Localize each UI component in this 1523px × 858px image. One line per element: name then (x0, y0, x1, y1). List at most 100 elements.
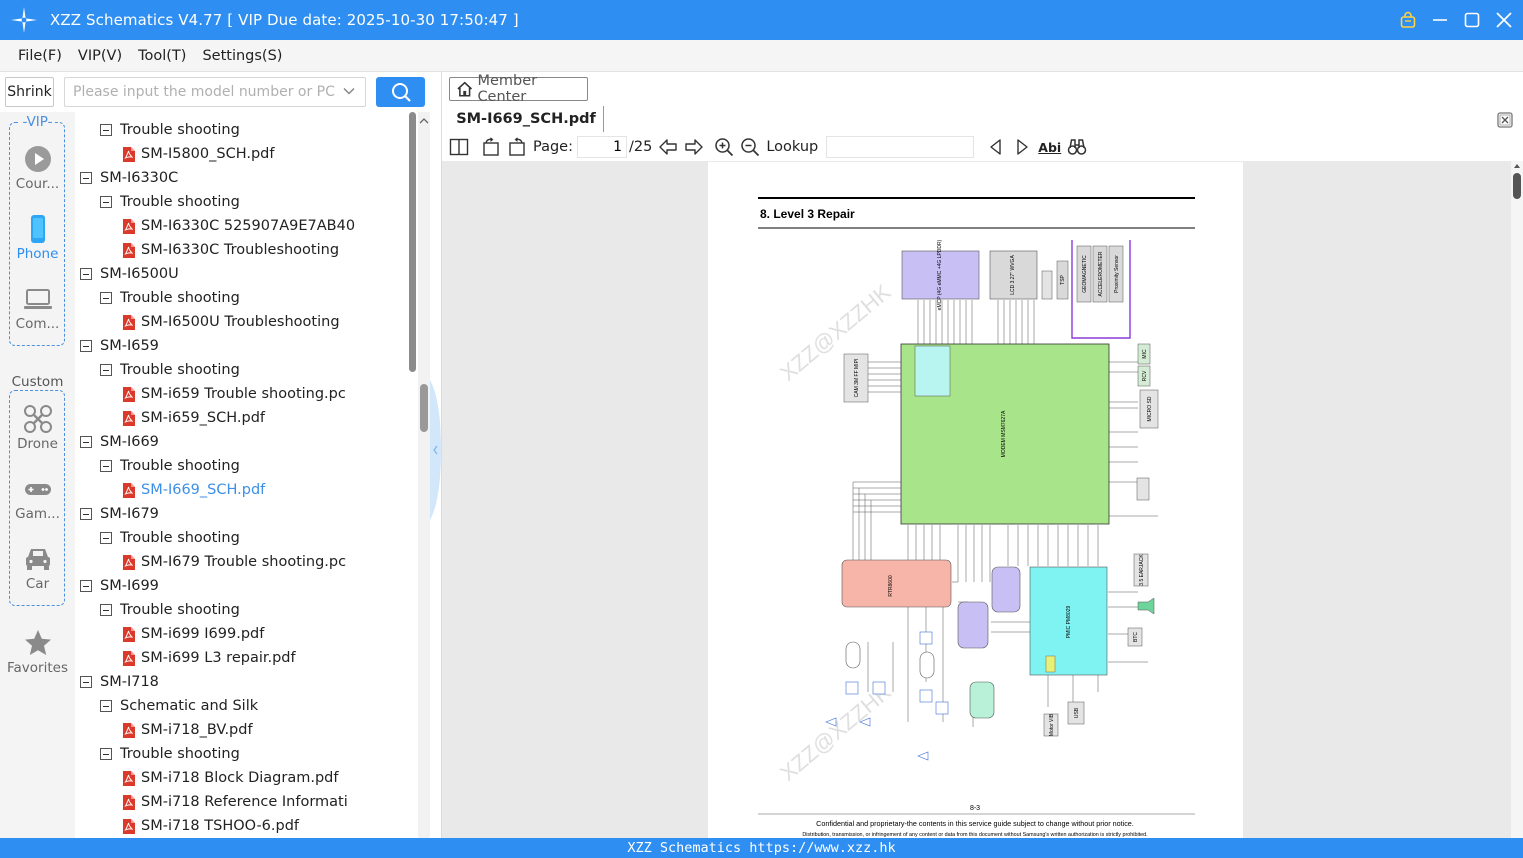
zoom-out-icon[interactable] (740, 137, 760, 157)
lookup-input[interactable] (826, 136, 975, 158)
tree-folder-item[interactable]: Trouble shooting (100, 526, 240, 550)
collapse-toggle-icon[interactable] (80, 172, 92, 184)
earjack-label: 3.5 EARJACK (1139, 554, 1145, 586)
tree-folder-item[interactable]: SM-I659 (80, 334, 159, 358)
tree-pdf-item[interactable]: SM-I679 Trouble shooting.pc (122, 550, 346, 574)
tree-folder-item[interactable]: SM-I718 (80, 670, 159, 694)
minimize-icon[interactable] (1431, 11, 1449, 29)
tree-folder-item[interactable]: Trouble shooting (100, 118, 240, 142)
collapse-toggle-icon[interactable] (100, 700, 112, 712)
model-search-box (64, 77, 366, 107)
previous-page-arrow-icon[interactable] (658, 137, 678, 157)
tree-pdf-item[interactable]: SM-i699 L3 repair.pdf (122, 646, 296, 670)
collapse-toggle-icon[interactable] (80, 436, 92, 448)
maximize-icon[interactable] (1463, 11, 1481, 29)
scroll-up-icon[interactable] (418, 116, 430, 126)
tree-pdf-item[interactable]: SM-i718 TSHOO-6.pdf (122, 814, 299, 838)
tree-pdf-item[interactable]: SM-i659_SCH.pdf (122, 406, 265, 430)
pmic-label: PMIC PM8029 (1066, 606, 1072, 639)
collapse-toggle-icon[interactable] (80, 508, 92, 520)
tree-folder-item[interactable]: Trouble shooting (100, 454, 240, 478)
tree-pdf-item[interactable]: SM-I5800_SCH.pdf (122, 142, 274, 166)
member-center-button[interactable]: Member Center (449, 73, 588, 105)
rail-item-phone[interactable]: Phone (0, 214, 75, 262)
collapse-toggle-icon[interactable] (80, 580, 92, 592)
collapse-toggle-icon[interactable] (100, 532, 112, 544)
zoom-in-icon[interactable] (714, 137, 734, 157)
menu-file[interactable]: File(F) (18, 48, 62, 64)
tree-folder-item[interactable]: Trouble shooting (100, 598, 240, 622)
viewer-scroll-up-icon[interactable] (1511, 161, 1523, 171)
rail-item-computer[interactable]: Com... (0, 284, 75, 332)
page-number-input[interactable] (577, 136, 627, 158)
next-page-arrow-icon[interactable] (684, 137, 704, 157)
tree-scrollbar-thumb[interactable] (409, 112, 416, 372)
tree-pdf-item[interactable]: SM-i659 Trouble shooting.pc (122, 382, 346, 406)
tree-pdf-item[interactable]: SM-i699 I699.pdf (122, 622, 264, 646)
tree-pdf-item[interactable]: SM-i718_BV.pdf (122, 718, 253, 742)
tree-folder-item[interactable]: Trouble shooting (100, 742, 240, 766)
pdf-file-icon (123, 242, 135, 258)
car-icon (25, 549, 50, 570)
model-search-input[interactable] (65, 84, 335, 100)
tree-pdf-item[interactable]: SM-I6500U Troubleshooting (122, 310, 340, 334)
collapse-toggle-icon[interactable] (80, 676, 92, 688)
menu-tool[interactable]: Tool(T) (138, 48, 186, 64)
binoculars-icon[interactable] (1067, 137, 1087, 157)
collapse-toggle-icon[interactable] (100, 292, 112, 304)
two-page-view-icon[interactable] (449, 137, 469, 157)
search-button[interactable] (376, 77, 425, 107)
collapse-toggle-icon[interactable] (100, 460, 112, 472)
rail-item-courses[interactable]: Cour... (0, 144, 75, 192)
tree-folder-item[interactable]: SM-I699 (80, 574, 159, 598)
rail-item-car[interactable]: Car (0, 544, 75, 592)
tree-folder-item[interactable]: SM-I669 (80, 430, 159, 454)
tab-sm-i669-sch[interactable]: SM-I669_SCH.pdf (449, 106, 604, 132)
rail-item-games[interactable]: Gam... (0, 474, 75, 522)
collapse-toggle-icon[interactable] (80, 340, 92, 352)
viewer-scrollbar[interactable] (1511, 161, 1523, 838)
collapse-toggle-icon[interactable] (100, 748, 112, 760)
tree-item-label: SM-i699 L3 repair.pdf (141, 650, 296, 666)
wifi-antenna-symbol (917, 751, 929, 761)
collapse-panel-tab[interactable] (430, 380, 441, 520)
tree-folder-item[interactable]: SM-I6500U (80, 262, 179, 286)
camera-label: CAM 3M FF MIPI (854, 359, 860, 398)
menu-vip[interactable]: VIP(V) (78, 48, 122, 64)
pdf-file-icon (123, 770, 135, 786)
rotate-left-icon[interactable] (481, 137, 501, 157)
tree-folder-item[interactable]: SM-I6330C (80, 166, 178, 190)
collapse-toggle-icon[interactable] (100, 124, 112, 136)
chevron-down-icon[interactable] (343, 85, 355, 97)
close-all-tabs-icon[interactable] (1497, 112, 1513, 128)
tree-pdf-item[interactable]: SM-i718 Block Diagram.pdf (122, 766, 338, 790)
rotate-right-icon[interactable] (507, 137, 527, 157)
tree-pdf-item[interactable]: SM-I6330C Troubleshooting (122, 238, 339, 262)
collapse-toggle-icon[interactable] (100, 604, 112, 616)
find-next-icon[interactable] (1012, 137, 1032, 157)
tree-folder-item[interactable]: Schematic and Silk (100, 694, 258, 718)
gutter-scroll-thumb[interactable] (420, 384, 428, 432)
rail-item-drone[interactable]: Drone (0, 404, 75, 452)
collapse-toggle-icon[interactable] (80, 268, 92, 280)
find-previous-icon[interactable] (986, 137, 1006, 157)
collapse-toggle-icon[interactable] (100, 364, 112, 376)
tree-scrollbar[interactable] (408, 112, 418, 374)
tree-folder-item[interactable]: Trouble shooting (100, 286, 240, 310)
vip-lock-icon[interactable] (1399, 11, 1417, 29)
document-footer-line-1: Confidential and proprietary-the content… (816, 819, 1134, 828)
collapse-toggle-icon[interactable] (100, 196, 112, 208)
viewer-scrollbar-thumb[interactable] (1513, 173, 1521, 199)
close-icon[interactable] (1495, 11, 1513, 29)
rail-item-favorites[interactable]: Favorites (0, 628, 75, 676)
tree-folder-item[interactable]: SM-I679 (80, 502, 159, 526)
tree-pdf-item[interactable]: SM-i718 Reference Informati (122, 790, 348, 814)
tsp-label: TSP (1060, 274, 1066, 284)
menu-settings[interactable]: Settings(S) (202, 48, 282, 64)
shrink-button[interactable]: Shrink (5, 77, 54, 107)
match-case-toggle[interactable]: Abi (1038, 140, 1061, 155)
tree-pdf-item[interactable]: SM-I6330C 525907A9E7AB40 (122, 214, 355, 238)
tree-pdf-item[interactable]: SM-I669_SCH.pdf (122, 478, 265, 502)
tree-folder-item[interactable]: Trouble shooting (100, 190, 240, 214)
tree-folder-item[interactable]: Trouble shooting (100, 358, 240, 382)
